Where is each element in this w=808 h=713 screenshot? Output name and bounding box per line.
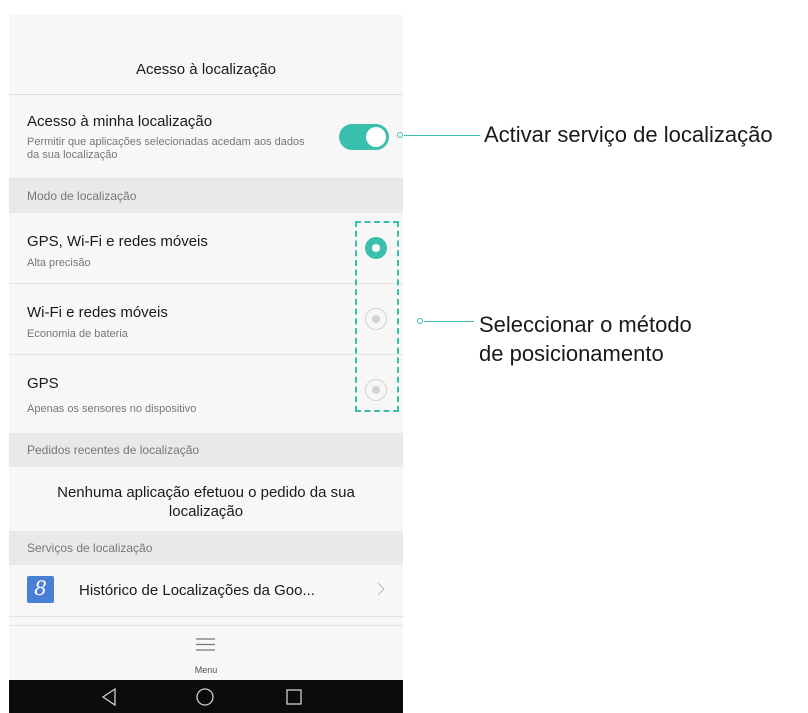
section-header-services: Serviços de localização (9, 531, 403, 565)
mode-option-battery-saving[interactable]: Wi-Fi e redes móveis Economia de bateria (9, 284, 403, 355)
location-access-switch[interactable] (339, 124, 389, 150)
google-g-icon: 8 (27, 576, 54, 603)
callout-line-radio-group (424, 321, 474, 322)
location-access-label: Acesso à minha localização (27, 113, 213, 130)
app-header: Acesso à localização (9, 15, 403, 95)
menu-icon[interactable] (196, 638, 215, 651)
callout-dot-toggle (397, 132, 403, 138)
phone-screen: Acesso à localização Acesso à minha loca… (9, 15, 403, 713)
bottom-menu-bar: Menu (9, 625, 403, 680)
section-header-mode: Modo de localização (9, 179, 403, 213)
mode-option-subtitle: Alta precisão (27, 257, 91, 269)
section-header-recent: Pedidos recentes de localização (9, 433, 403, 467)
section-services-label: Serviços de localização (27, 541, 153, 555)
switch-knob (366, 127, 386, 147)
system-nav-bar (9, 680, 403, 713)
mode-option-title: Wi-Fi e redes móveis (27, 304, 168, 321)
mode-option-high-accuracy[interactable]: GPS, Wi-Fi e redes móveis Alta precisão (9, 213, 403, 284)
section-mode-label: Modo de localização (27, 189, 137, 203)
callout-select-method-line1: Seleccionar o método (479, 312, 692, 337)
mode-option-subtitle: Economia de bateria (27, 328, 128, 340)
page-title: Acesso à localização (135, 61, 277, 78)
mode-option-subtitle: Apenas os sensores no dispositivo (27, 403, 197, 415)
mode-option-title: GPS (27, 375, 59, 392)
home-icon[interactable] (195, 687, 215, 707)
section-recent-label: Pedidos recentes de localização (27, 443, 200, 457)
mode-option-title: GPS, Wi-Fi e redes móveis (27, 233, 208, 250)
google-location-history-label: Histórico de Localizações da Goo... (79, 582, 315, 599)
back-icon[interactable] (100, 687, 118, 707)
mode-option-gps-only[interactable]: GPS Apenas os sensores no dispositivo (9, 355, 403, 433)
callout-line-toggle (404, 135, 480, 136)
radio-group-highlight-box (355, 221, 399, 412)
recent-apps-icon[interactable] (285, 687, 303, 707)
empty-message: Nenhuma aplicação efetuou o pedido da su… (57, 484, 355, 520)
google-location-history-item[interactable]: 8 Histórico de Localizações da Goo... (9, 565, 403, 617)
location-access-row[interactable]: Acesso à minha localização Permitir que … (9, 95, 403, 179)
menu-label[interactable]: Menu (9, 665, 403, 675)
callout-select-method-line2: de posicionamento (479, 341, 664, 366)
callout-dot-radio-group (417, 318, 423, 324)
location-access-description: Permitir que aplicações selecionadas ace… (27, 136, 305, 161)
callout-activate-location: Activar serviço de localização (484, 122, 773, 147)
chevron-right-icon (377, 582, 385, 596)
